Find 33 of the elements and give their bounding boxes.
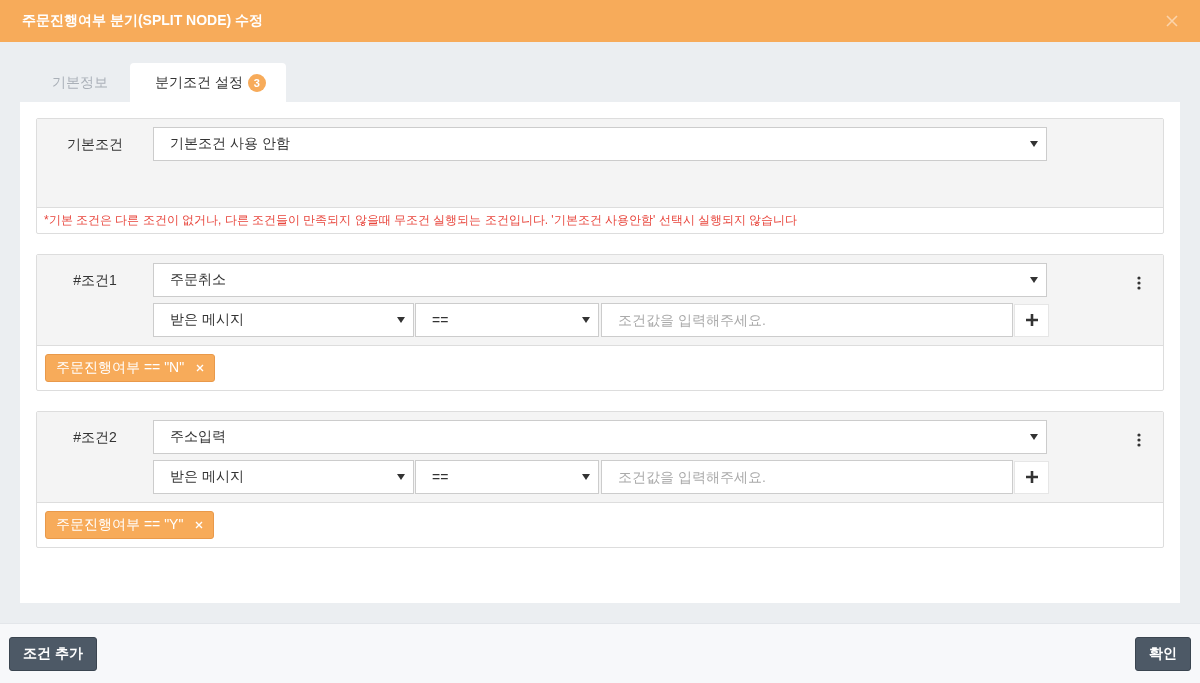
- caret-icon: [1030, 277, 1038, 283]
- caret-icon: [582, 474, 590, 480]
- tag-text: 주문진행여부 == "N": [56, 359, 185, 377]
- caret-icon: [1030, 434, 1038, 440]
- event-select[interactable]: 주소입력: [153, 420, 1047, 454]
- plus-icon: [1025, 471, 1038, 483]
- event-select[interactable]: 주문취소: [153, 263, 1047, 297]
- add-button[interactable]: [1014, 460, 1049, 494]
- value-input[interactable]: 조건값을 입력해주세요.: [601, 460, 1013, 494]
- operator-select[interactable]: ==: [415, 303, 599, 337]
- tab[interactable]: 분기조건 설정 3: [130, 63, 286, 102]
- default-select[interactable]: 기본조건 사용 안함: [153, 127, 1047, 161]
- plus-icon: [1025, 314, 1038, 326]
- note-text: *기본 조건은 다른 조건이 없거나, 다른 조건들이 만족되지 않을때 무조건 실행되는 조건입니다. '기본조건 사용안함' 선택시 실행되지 않습니다: [43, 212, 799, 229]
- add-button[interactable]: [1014, 303, 1049, 337]
- count-badge: 3: [247, 73, 266, 92]
- tag-text: 주문진행여부 == "Y": [56, 516, 184, 534]
- add-condition-button[interactable]: 조건 추가: [9, 636, 97, 671]
- operator-select[interactable]: ==: [415, 460, 599, 494]
- condition-label: #조건1: [72, 271, 118, 290]
- value-input[interactable]: 조건값을 입력해주세요.: [601, 303, 1013, 337]
- dialog-title: 주문진행여부 분기(SPLIT NODE) 수정: [22, 12, 264, 30]
- more-icon[interactable]: [1137, 433, 1141, 447]
- more-icon[interactable]: [1137, 276, 1141, 290]
- condition-label: #조건2: [72, 428, 118, 447]
- condition-label: 기본조건: [66, 135, 124, 154]
- confirm-button[interactable]: 확인: [1135, 636, 1191, 671]
- caret-icon: [397, 474, 405, 480]
- source-select[interactable]: 받은 메시지: [153, 303, 414, 337]
- source-select[interactable]: 받은 메시지: [153, 460, 414, 494]
- caret-icon: [397, 317, 405, 323]
- caret-icon: [1030, 141, 1038, 147]
- caret-icon: [582, 317, 590, 323]
